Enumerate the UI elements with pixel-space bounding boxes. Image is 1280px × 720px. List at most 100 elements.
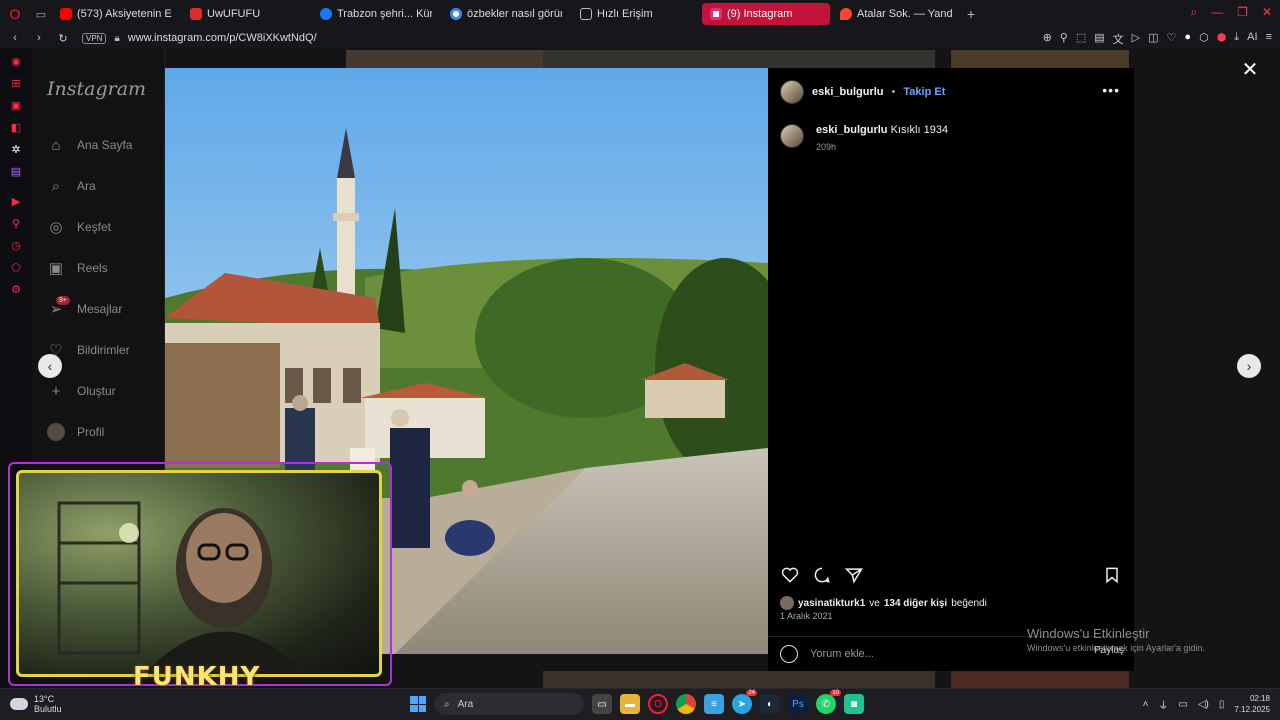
twitch-icon[interactable]: ▤ <box>0 160 32 182</box>
reload-icon[interactable]: ↻ <box>54 32 72 45</box>
microphone-icon[interactable]: ⏚ <box>1158 697 1168 712</box>
shopping-icon[interactable]: ⊞ <box>0 72 32 94</box>
nav-search[interactable]: ⌕ Ara <box>47 174 96 198</box>
tab-uwufufu[interactable]: UwUFUFU <box>182 3 310 25</box>
weather-widget[interactable]: 13°C Bulutlu <box>10 694 62 714</box>
translate-icon[interactable]: 文 <box>1113 31 1124 47</box>
more-options-icon[interactable]: ••• <box>1102 82 1120 98</box>
youtube-icon <box>60 8 72 20</box>
zoom-icon[interactable]: ⊕ <box>1043 31 1052 47</box>
pinboard-icon[interactable]: ⬠ <box>0 256 32 278</box>
menu-icon[interactable]: ≡ <box>1266 31 1272 47</box>
url-field[interactable]: www.instagram.com/p/CW8iXKwtNdQ/ <box>128 32 317 44</box>
discord-icon[interactable]: ◙ <box>844 694 864 714</box>
tab-facebook[interactable]: Trabzon şehri... Kürtler 1 <box>312 3 440 25</box>
favorite-icon[interactable]: ♡ <box>1167 31 1177 47</box>
task-view-icon[interactable]: ▭ <box>592 694 612 714</box>
close-window-icon[interactable]: ✕ <box>1262 5 1272 20</box>
cloud-icon <box>10 698 28 710</box>
comment-icon[interactable] <box>812 565 832 585</box>
play-icon[interactable]: ▷ <box>1132 31 1140 47</box>
notepad-icon[interactable]: ≡ <box>704 694 724 714</box>
address-bar: ‹ › ↻ VPN 🔒︎ www.instagram.com/p/CW8iXKw… <box>0 28 1280 48</box>
vpn-badge[interactable]: VPN <box>82 32 107 44</box>
avatar[interactable] <box>780 80 804 104</box>
chrome-icon[interactable] <box>676 694 696 714</box>
avatar <box>47 423 65 441</box>
follow-button[interactable]: Takip Et <box>903 86 945 98</box>
pin-icon[interactable]: ⚲ <box>1060 31 1068 47</box>
share-label[interactable]: Paylaş <box>1094 645 1124 656</box>
settings-icon[interactable]: ⚙ <box>0 278 32 300</box>
battery-icon[interactable]: ▯ <box>1219 699 1225 710</box>
nav-reels[interactable]: ▣ Reels <box>47 256 108 280</box>
likes-user[interactable]: yasinatikturk1 <box>798 598 865 609</box>
telegram-badge: 24 <box>746 690 757 696</box>
windows-start-icon[interactable] <box>410 696 426 712</box>
nav-profile[interactable]: Profil <box>47 420 104 444</box>
instagram-logo[interactable]: Instagram <box>47 78 146 100</box>
messenger-icon[interactable]: ▣ <box>0 94 32 116</box>
nav-home[interactable]: ⌂ Ana Sayfa <box>47 133 132 157</box>
likes-count[interactable]: 134 diğer kişi <box>884 598 947 609</box>
browser-tab-bar: O ▭ (573) Aksiyetenin En Büyü UwUFUFU Tr… <box>0 0 1280 28</box>
telegram-icon[interactable]: ➤ 24 <box>732 690 757 714</box>
maximize-icon[interactable]: ❐ <box>1237 5 1248 20</box>
tab-workspace-icon[interactable]: ▭ <box>30 8 52 21</box>
nav-messages[interactable]: ➢ 9+ Mesajlar <box>47 296 122 321</box>
comment-input[interactable]: Yorum ekle... <box>810 648 874 660</box>
webcam-illustration <box>57 501 304 674</box>
camera-icon[interactable]: ◫ <box>1148 31 1158 47</box>
caption-username[interactable]: eski_bulgurlu <box>816 124 888 136</box>
tab-speed-dial[interactable]: Hızlı Erişim <box>572 3 700 25</box>
reader-icon[interactable]: ▤ <box>1094 31 1104 47</box>
aria-ai-button[interactable]: AI <box>1247 31 1257 47</box>
tab-google[interactable]: özbekler nasıl görünür - G <box>442 3 570 25</box>
photoshop-icon[interactable]: Ps <box>788 694 808 714</box>
forward-icon[interactable]: › <box>30 32 48 44</box>
new-tab-button[interactable]: + <box>962 6 980 22</box>
file-explorer-icon[interactable]: ▬ <box>620 694 640 714</box>
next-post-button[interactable]: › <box>1237 354 1261 378</box>
taskbar-search[interactable]: ⌕ Ara <box>434 693 584 715</box>
minimize-icon[interactable]: — <box>1211 5 1223 20</box>
ig-sidebar-icon[interactable]: ◧ <box>0 116 32 138</box>
whatsapp-icon[interactable]: ✆ 10 <box>816 690 841 714</box>
previous-post-button[interactable]: ‹ <box>38 354 62 378</box>
player-icon[interactable]: ▶ <box>0 190 32 212</box>
nav-create[interactable]: + Oluştur <box>47 379 116 403</box>
background-thumbnail <box>951 50 1129 68</box>
chevron-up-icon[interactable]: ˄ <box>1143 699 1149 710</box>
volume-icon[interactable]: ◁) <box>1198 699 1209 710</box>
download-icon[interactable]: ⤓ <box>1234 31 1239 47</box>
profile-icon[interactable]: ● <box>1184 31 1191 47</box>
post-username[interactable]: eski_bulgurlu <box>812 86 884 98</box>
emoji-icon[interactable] <box>780 645 798 663</box>
opera-ai-icon[interactable]: ◉ <box>0 50 32 72</box>
tab-youtube[interactable]: (573) Aksiyetenin En Büyü <box>52 3 180 25</box>
tab-yandex-maps[interactable]: Atalar Sok. — Yandex Ma <box>832 3 960 25</box>
network-icon[interactable]: ▭ <box>1178 699 1187 710</box>
extensions-icon[interactable]: ⬡ <box>1199 31 1209 47</box>
avatar <box>780 596 794 610</box>
like-heart-icon[interactable] <box>780 565 800 585</box>
taskbar-apps: ⌕ Ara ▭ ▬ O ≡ ➤ 24 ◐ Ps ✆ 10 ◙ <box>410 690 864 715</box>
bookmarks-icon[interactable]: ⚲ <box>0 212 32 234</box>
history-icon[interactable]: ◷ <box>0 234 32 256</box>
share-icon[interactable] <box>844 565 864 585</box>
opera-logo-icon[interactable]: O <box>0 0 30 28</box>
clock[interactable]: 02:18 7.12.2025 <box>1234 693 1270 715</box>
chatgpt-icon[interactable]: ✲ <box>0 138 32 160</box>
steam-icon[interactable]: ◐ <box>760 694 780 714</box>
avatar[interactable] <box>780 124 804 148</box>
wallet-icon[interactable]: ⬢ <box>1217 31 1227 47</box>
close-modal-icon[interactable]: ✕ <box>1240 60 1260 80</box>
post-actions <box>780 565 1122 585</box>
nav-explore[interactable]: ◎ Keşfet <box>47 215 111 239</box>
opera-icon[interactable]: O <box>648 694 668 714</box>
back-icon[interactable]: ‹ <box>6 32 24 44</box>
bookmark-icon[interactable] <box>1102 565 1122 585</box>
snapshot-icon[interactable]: ⬚ <box>1076 31 1086 47</box>
tab-instagram[interactable]: (9) Instagram <box>702 3 830 25</box>
search-tabs-icon[interactable]: ⌕ <box>1190 5 1197 20</box>
